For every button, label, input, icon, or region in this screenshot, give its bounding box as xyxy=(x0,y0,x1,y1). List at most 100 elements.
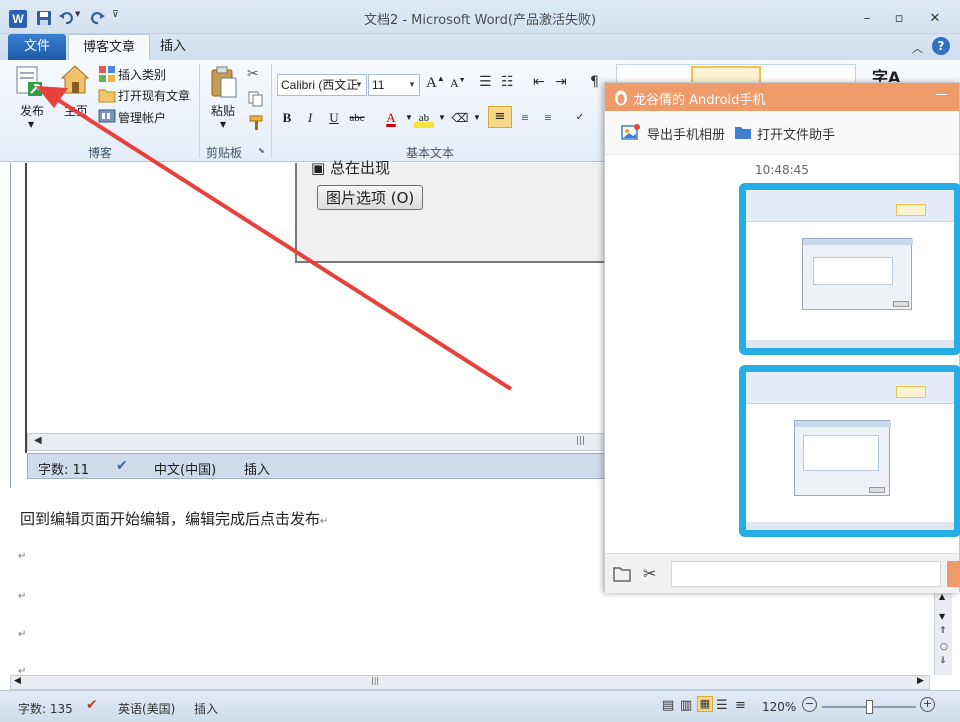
clipboard-launcher-icon[interactable]: ⬊ xyxy=(258,146,265,155)
collapse-ribbon-icon[interactable]: ︿ xyxy=(912,40,923,56)
proofing-icon[interactable]: ✔ xyxy=(86,697,98,713)
italic-button[interactable]: I xyxy=(300,108,320,128)
window-title: 文档2 - Microsoft Word(产品激活失败) xyxy=(363,13,597,28)
draft-view-icon[interactable]: ≡ xyxy=(735,698,746,713)
strikethrough-button[interactable]: abc xyxy=(347,108,367,128)
scroll-right-icon[interactable]: ▶ xyxy=(917,676,924,686)
chevron-down-icon[interactable]: ▼ xyxy=(432,108,452,128)
chevron-down-icon[interactable]: ▼ xyxy=(406,75,418,95)
align-right-button[interactable]: ≡ xyxy=(538,108,558,128)
option-checkbox: ▣ 总在出现 xyxy=(311,159,390,177)
language-indicator[interactable]: 英语(美国) xyxy=(118,700,175,717)
paste-icon[interactable] xyxy=(209,66,239,100)
chat-window[interactable]: 龙谷倩的 Android手机 — 导出手机相册 打开文件助手 10:48:45 xyxy=(604,82,960,593)
open-file-assistant-button[interactable]: 打开文件助手 xyxy=(757,124,835,143)
tab-blog-post[interactable]: 博客文章 xyxy=(68,34,151,60)
font-color-icon[interactable]: A xyxy=(381,108,401,128)
insert-mode-indicator[interactable]: 插入 xyxy=(194,700,218,717)
instruction-paragraph[interactable]: 回到编辑页面开始编辑，编辑完成后点击发布↵ xyxy=(20,508,328,529)
paragraph-mark: ↵ xyxy=(18,629,27,640)
image-message[interactable] xyxy=(739,183,960,355)
chevron-down-icon[interactable]: ▼ xyxy=(467,108,487,128)
publish-dropdown-icon[interactable]: ▼ xyxy=(28,120,34,129)
scroll-down-icon[interactable]: ▼ xyxy=(939,612,945,621)
thumbnail-style-box xyxy=(896,204,926,216)
bold-button[interactable]: B xyxy=(277,108,297,128)
paste-button[interactable]: 粘贴 xyxy=(211,102,235,119)
outline-view-icon[interactable]: ☰ xyxy=(716,698,728,713)
message-input[interactable] xyxy=(671,561,941,587)
export-album-button[interactable]: 导出手机相册 xyxy=(647,124,725,143)
scroll-grip-icon[interactable]: ||| xyxy=(371,676,379,685)
copy-icon[interactable] xyxy=(247,90,265,108)
close-button[interactable]: ✕ xyxy=(924,10,946,28)
scissors-icon[interactable]: ✂ xyxy=(643,564,656,583)
send-button[interactable] xyxy=(947,561,960,587)
font-size-combo[interactable]: 11 ▼ xyxy=(368,74,420,96)
scroll-left-icon: ◀ xyxy=(34,435,42,446)
embedded-language: 中文(中国) xyxy=(154,463,217,478)
zoom-slider[interactable] xyxy=(822,700,916,714)
group-label-basic-text: 基本文本 xyxy=(405,146,454,160)
font-name-combo[interactable]: Calibri (西文正 ▼ xyxy=(277,74,367,96)
home-button[interactable]: 主页 xyxy=(64,102,88,119)
prev-page-icon[interactable]: ⇑ xyxy=(939,626,947,636)
paste-dropdown-icon[interactable]: ▼ xyxy=(220,120,226,129)
highlight-icon[interactable]: ab xyxy=(414,108,434,128)
increase-indent-icon[interactable]: ⇥ xyxy=(555,74,567,90)
vertical-scrollbar[interactable]: ▲ ▼ ⇑ ○ ⇓ xyxy=(934,590,952,675)
chat-header[interactable]: 龙谷倩的 Android手机 — xyxy=(605,83,959,111)
zoom-slider-thumb[interactable] xyxy=(866,700,873,714)
chat-title: 龙谷倩的 Android手机 xyxy=(633,93,766,108)
tab-file[interactable]: 文件 xyxy=(8,34,67,60)
cut-icon[interactable]: ✂ xyxy=(247,66,265,84)
shrink-font-icon[interactable]: A▼ xyxy=(450,76,466,91)
print-layout-icon[interactable]: ▤ xyxy=(662,698,674,713)
decrease-indent-icon[interactable]: ⇤ xyxy=(533,74,545,90)
format-painter-icon[interactable] xyxy=(247,114,265,132)
numbering-icon[interactable]: ☷ xyxy=(501,74,514,90)
scroll-grip-icon: ||| xyxy=(576,436,586,446)
zoom-out-icon[interactable]: − xyxy=(802,697,817,712)
scroll-up-icon[interactable]: ▲ xyxy=(939,592,945,601)
maximize-button[interactable]: ▫ xyxy=(888,10,910,28)
web-layout-icon[interactable]: ▦ xyxy=(697,696,713,712)
group-label-blog: 博客 xyxy=(87,146,112,160)
insert-category-button[interactable]: 插入类别 xyxy=(118,66,166,83)
embedded-hscrollbar: ◀ ||| xyxy=(27,433,607,451)
spelling-icon[interactable]: ✓ xyxy=(570,108,590,128)
folder-outline-icon[interactable] xyxy=(613,566,631,582)
publish-icon[interactable] xyxy=(14,66,44,100)
underline-button[interactable]: U xyxy=(324,108,344,128)
bullets-icon[interactable]: ☰ xyxy=(479,74,492,90)
picture-options-button: 图片选项 (O) xyxy=(317,185,424,210)
horizontal-scrollbar[interactable]: ◀ ||| ▶ xyxy=(10,675,930,690)
align-center-button[interactable]: ≡ xyxy=(515,108,535,128)
grow-font-icon[interactable]: A▲ xyxy=(426,74,445,92)
screenshot-thumbnail[interactable] xyxy=(746,190,954,348)
next-page-icon[interactable]: ⇓ xyxy=(939,656,947,666)
manage-accounts-button[interactable]: 管理帐户 xyxy=(118,109,166,126)
show-marks-icon[interactable]: ¶ xyxy=(590,74,599,90)
align-left-button[interactable]: ≡ xyxy=(488,106,512,128)
help-icon[interactable]: ? xyxy=(932,37,950,55)
thumbnail-dialog-titlebar xyxy=(795,421,891,427)
chevron-down-icon[interactable]: ▼ xyxy=(353,75,365,95)
full-screen-reading-icon[interactable]: ▥ xyxy=(680,698,692,713)
paragraph-mark: ↵ xyxy=(320,516,329,527)
minimize-button[interactable]: – xyxy=(856,10,878,28)
screenshot-thumbnail[interactable] xyxy=(746,372,954,530)
home-icon[interactable] xyxy=(60,64,90,96)
thumbnail-dialog xyxy=(802,238,913,310)
image-message[interactable] xyxy=(739,365,960,537)
open-existing-post-button[interactable]: 打开现有文章 xyxy=(118,87,190,104)
scroll-left-icon[interactable]: ◀ xyxy=(14,676,21,686)
chat-minimize-button[interactable]: — xyxy=(935,87,948,102)
zoom-in-icon[interactable]: + xyxy=(920,697,935,712)
browse-object-icon[interactable]: ○ xyxy=(940,642,948,652)
publish-button[interactable]: 发布 xyxy=(20,102,44,119)
tab-insert[interactable]: 插入 xyxy=(146,34,200,60)
word-count[interactable]: 字数: 135 xyxy=(18,700,73,717)
thumbnail-dialog-titlebar xyxy=(803,239,913,245)
zoom-level[interactable]: 120% xyxy=(762,700,796,714)
